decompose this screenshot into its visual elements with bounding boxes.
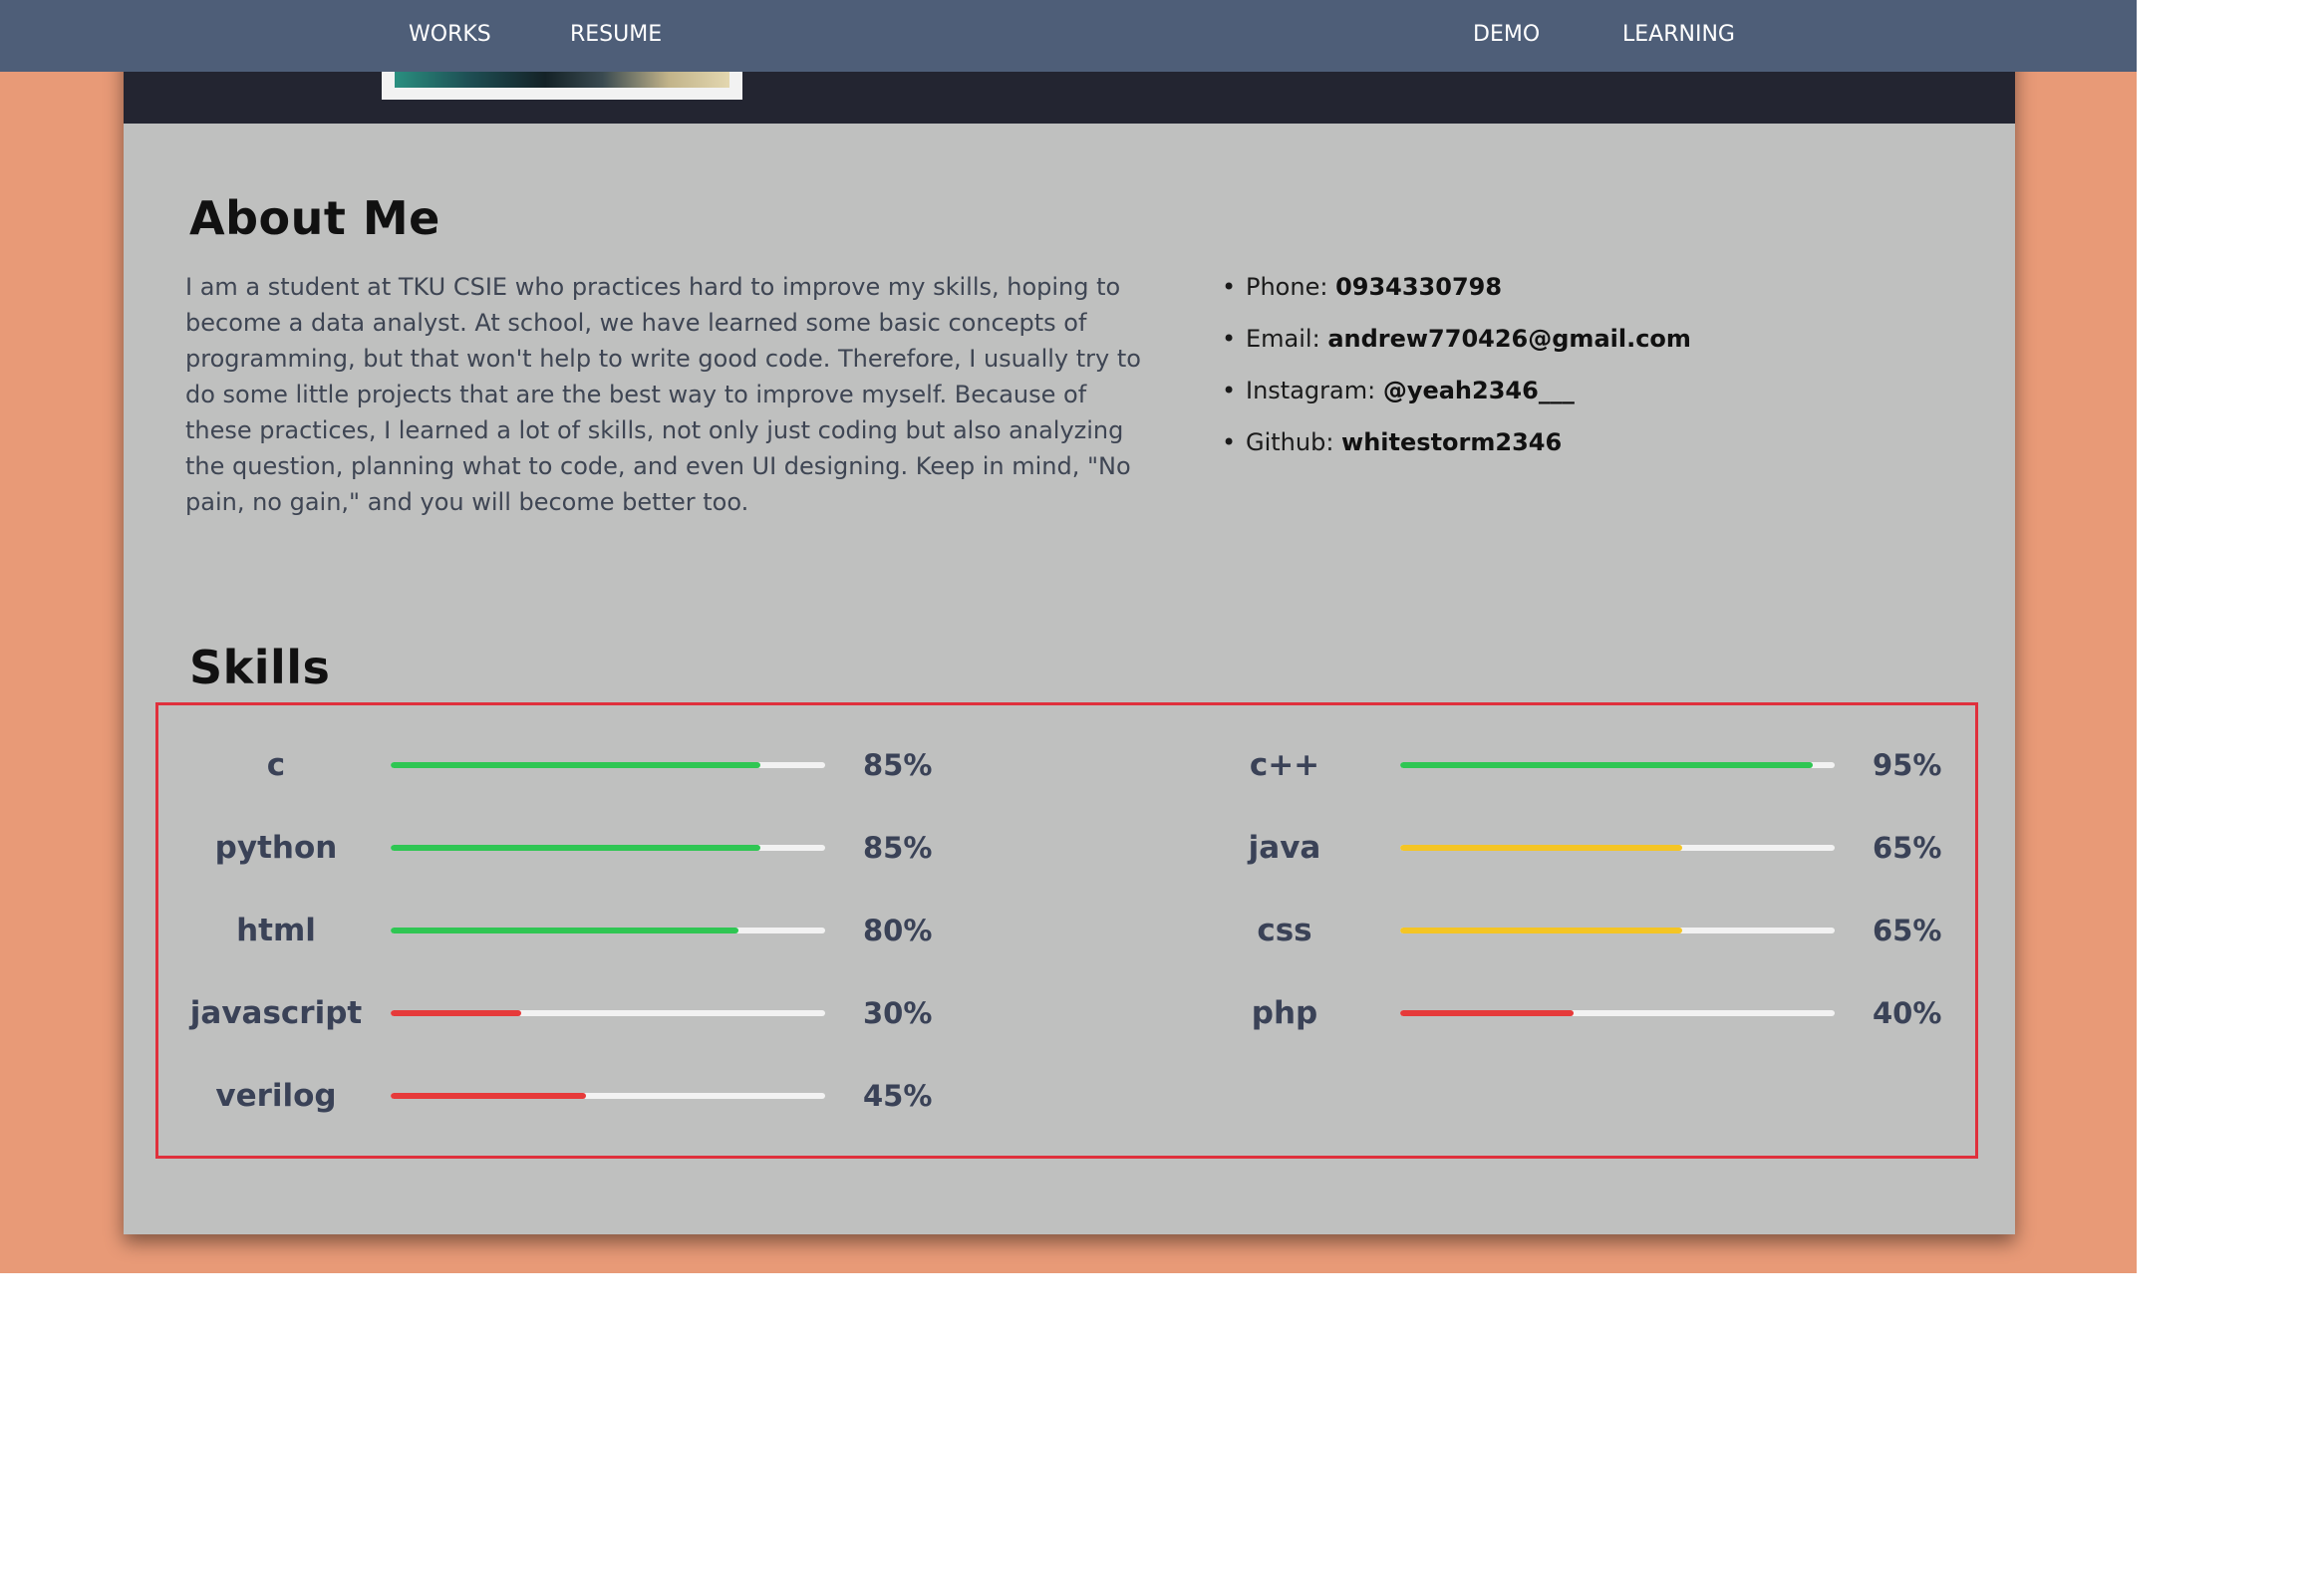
skill-percent: 40% (1873, 996, 1942, 1030)
skill-progress-bar (1400, 845, 1835, 851)
skill-progress-bar (391, 1010, 825, 1016)
nav-demo-link[interactable]: DEMO (1473, 22, 1540, 47)
resume-card: About Me I am a student at TKU CSIE who … (124, 0, 2015, 1234)
skill-name: html (236, 913, 316, 948)
skill-progress-fill (1400, 762, 1814, 768)
skill-progress-fill (1400, 928, 1683, 933)
skill-progress-bar (391, 762, 825, 768)
skill-name: verilog (215, 1078, 337, 1114)
about-title: About Me (189, 191, 440, 245)
skill-progress-fill (391, 1010, 521, 1016)
skill-name: java (1248, 830, 1321, 866)
contact-label: Phone: (1246, 273, 1336, 301)
skill-progress-fill (391, 1093, 587, 1099)
skill-name: javascript (189, 995, 363, 1031)
bullet-icon: • (1222, 377, 1237, 404)
skill-progress-bar (1400, 762, 1835, 768)
skill-progress-bar (391, 1093, 825, 1099)
skill-name: c (266, 747, 286, 783)
skill-percent: 95% (1873, 748, 1942, 782)
contact-value: @yeah2346___ (1382, 377, 1575, 404)
contact-list: • Phone: 0934330798 • Email: andrew770426@… (1218, 267, 1691, 474)
nav-works-link[interactable]: WORKS (409, 22, 491, 47)
bullet-icon: • (1222, 325, 1237, 353)
skill-percent: 65% (1873, 831, 1942, 865)
skill-percent: 65% (1873, 914, 1942, 947)
skill-percent: 30% (863, 996, 933, 1030)
contact-email: • Email: andrew770426@gmail.com (1218, 319, 1691, 371)
contact-value: 0934330798 (1335, 273, 1503, 301)
skill-percent: 45% (863, 1079, 933, 1113)
skill-progress-fill (391, 762, 760, 768)
skill-progress-bar (391, 928, 825, 933)
skill-progress-fill (1400, 845, 1683, 851)
skill-percent: 85% (863, 748, 933, 782)
contact-github: • Github: whitestorm2346 (1218, 422, 1691, 474)
skills-title: Skills (189, 641, 331, 694)
contact-value: whitestorm2346 (1341, 428, 1563, 456)
skill-progress-bar (1400, 1010, 1835, 1016)
bullet-icon: • (1222, 273, 1237, 301)
contact-value: andrew770426@gmail.com (1327, 325, 1691, 353)
nav-learning-link[interactable]: LEARNING (1622, 22, 1735, 47)
contact-label: Instagram: (1246, 377, 1383, 404)
top-navigation: WORKS RESUME DEMO LEARNING (0, 0, 2137, 72)
skill-percent: 80% (863, 914, 933, 947)
bullet-icon: • (1222, 428, 1237, 456)
skills-panel: c 85% python 85% html 80% javascript 30%… (155, 702, 1978, 1159)
contact-label: Github: (1246, 428, 1342, 456)
skill-progress-bar (391, 845, 825, 851)
skill-percent: 85% (863, 831, 933, 865)
skill-name: python (214, 830, 338, 866)
skill-progress-fill (391, 845, 760, 851)
contact-phone: • Phone: 0934330798 (1218, 267, 1691, 319)
contact-instagram: • Instagram: @yeah2346___ (1218, 371, 1691, 422)
skill-name: php (1251, 995, 1318, 1031)
skill-progress-fill (1400, 1010, 1575, 1016)
contact-label: Email: (1246, 325, 1328, 353)
nav-resume-link[interactable]: RESUME (570, 22, 662, 47)
skill-progress-bar (1400, 928, 1835, 933)
skill-name: c++ (1249, 747, 1320, 783)
skill-progress-fill (391, 928, 738, 933)
skill-name: css (1257, 913, 1312, 948)
about-text: I am a student at TKU CSIE who practices… (185, 273, 1141, 516)
